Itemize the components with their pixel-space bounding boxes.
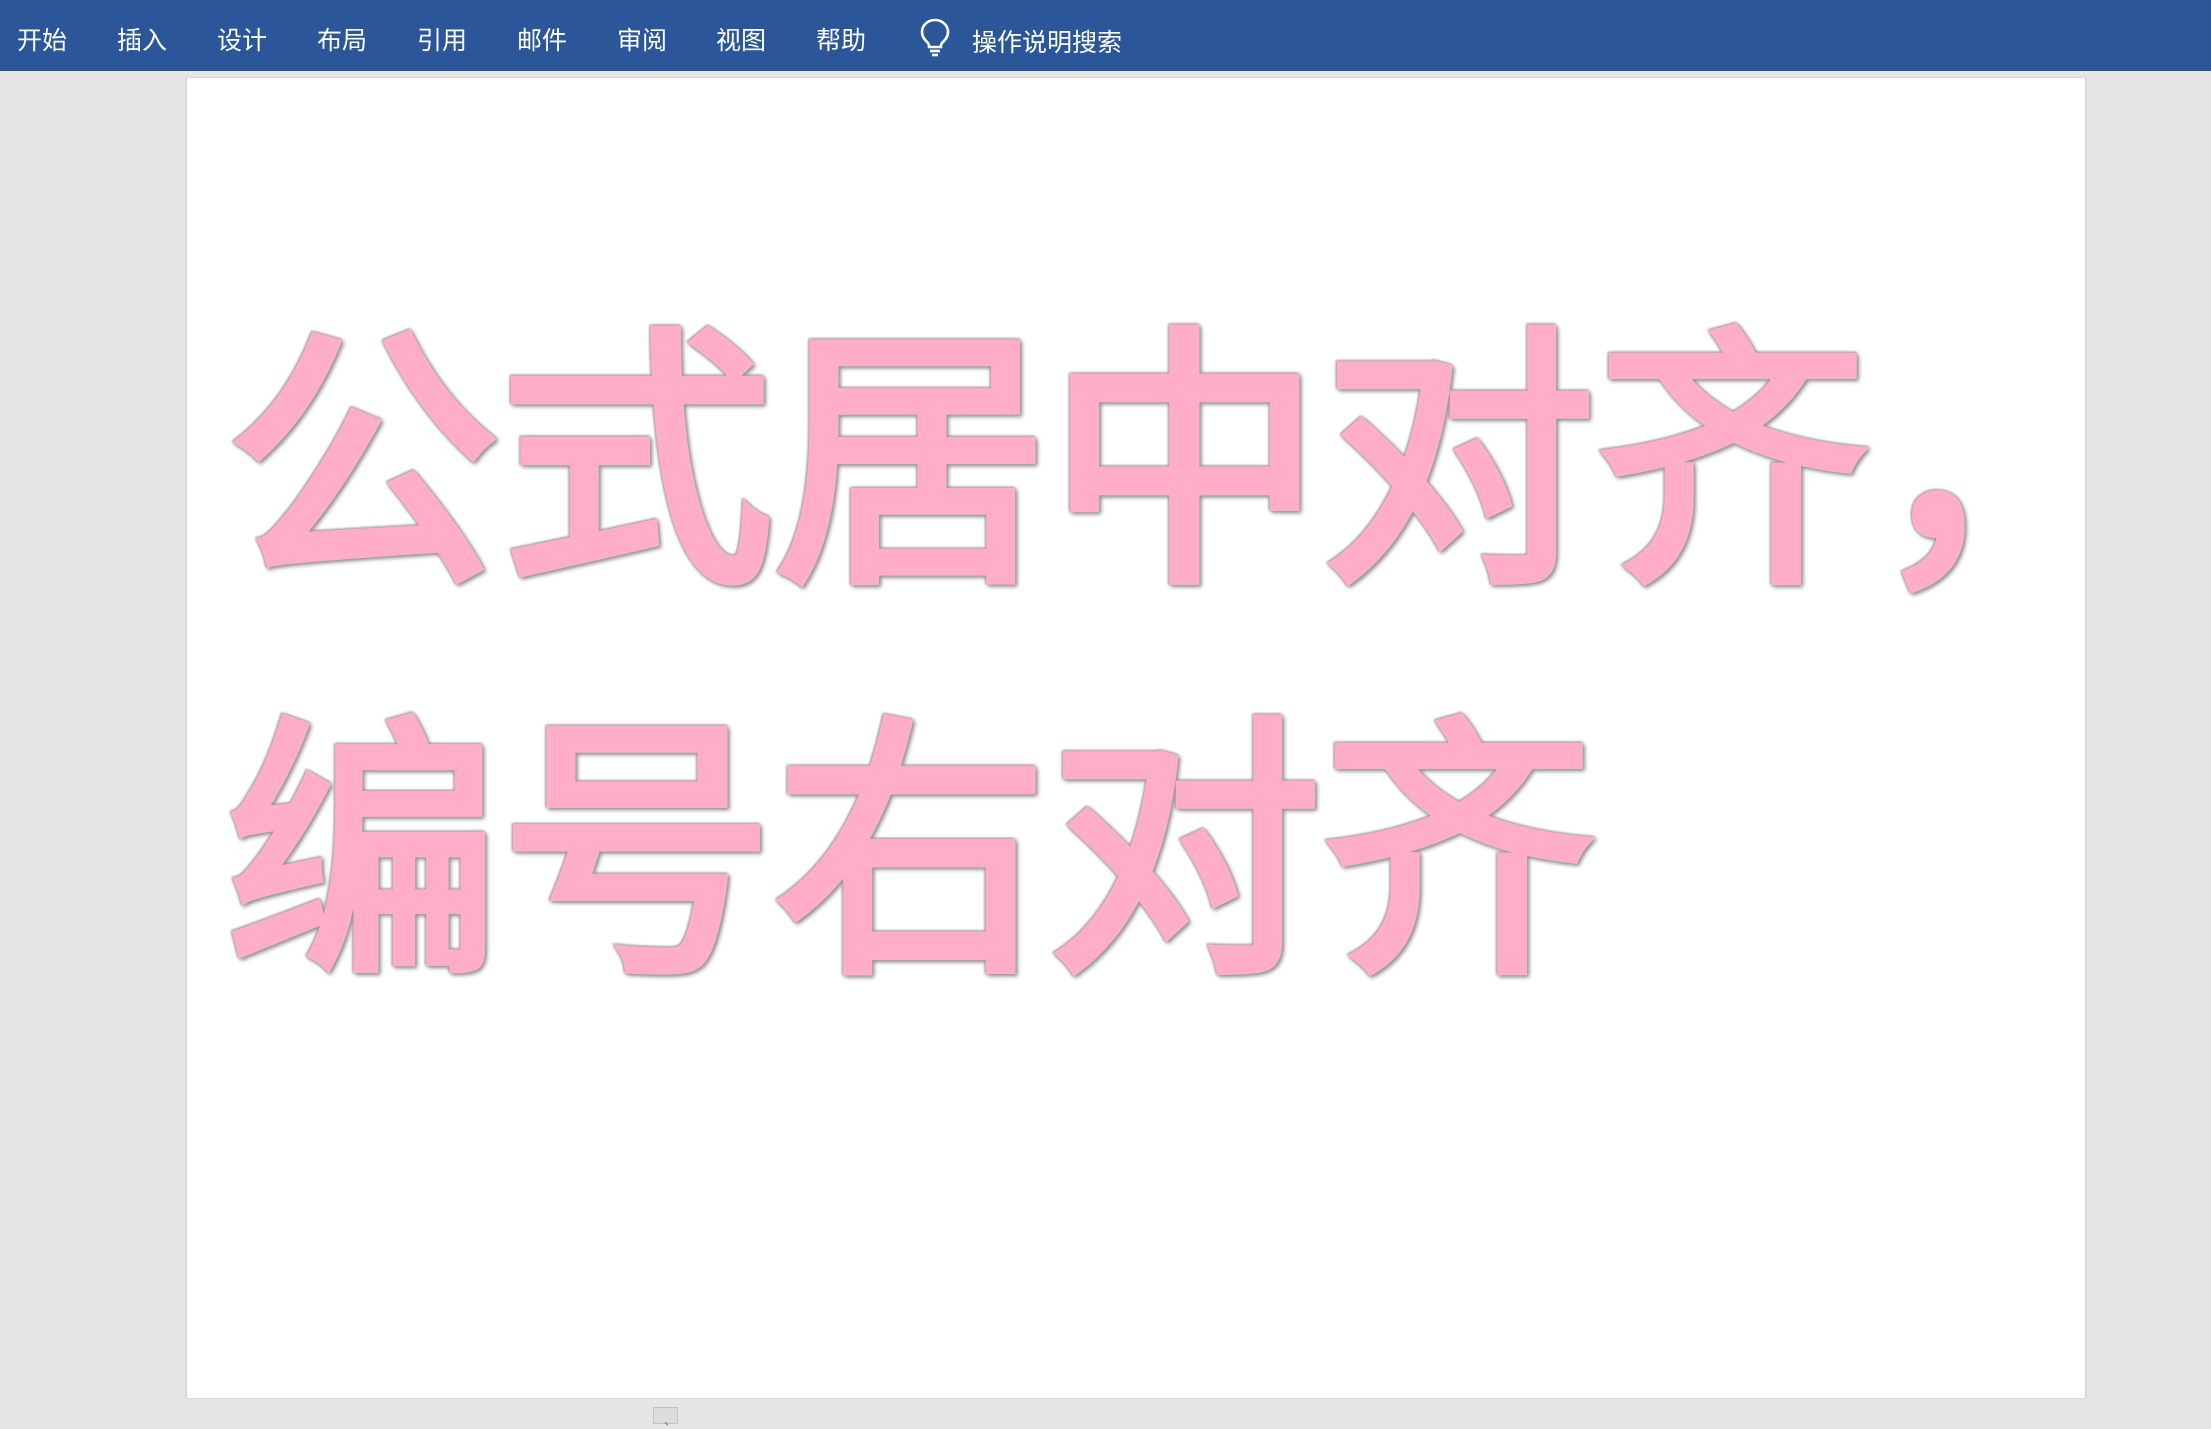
ribbon-bar: 开始 插入 设计 布局 引用 邮件 审阅 视图 帮助 操作说明搜索 (0, 0, 2211, 71)
lightbulb-icon (918, 15, 952, 57)
tab-layout[interactable]: 布局 (317, 0, 367, 71)
tab-home[interactable]: 开始 (17, 0, 67, 71)
tell-me-label: 操作说明搜索 (972, 27, 1123, 57)
tab-mailings[interactable]: 邮件 (517, 0, 567, 71)
tell-me-search[interactable]: 操作说明搜索 (918, 0, 1122, 71)
wordart-line-1[interactable]: 公式居中对齐， (223, 300, 2148, 630)
wordart-line-2[interactable]: 编号右对齐 (223, 690, 1600, 1020)
tab-references[interactable]: 引用 (417, 0, 467, 71)
comment-icon[interactable] (653, 1407, 678, 1424)
tab-review[interactable]: 审阅 (617, 0, 667, 71)
tab-insert[interactable]: 插入 (117, 0, 167, 71)
tab-help[interactable]: 帮助 (816, 0, 866, 71)
tab-design[interactable]: 设计 (217, 0, 267, 71)
tab-view[interactable]: 视图 (716, 0, 766, 71)
